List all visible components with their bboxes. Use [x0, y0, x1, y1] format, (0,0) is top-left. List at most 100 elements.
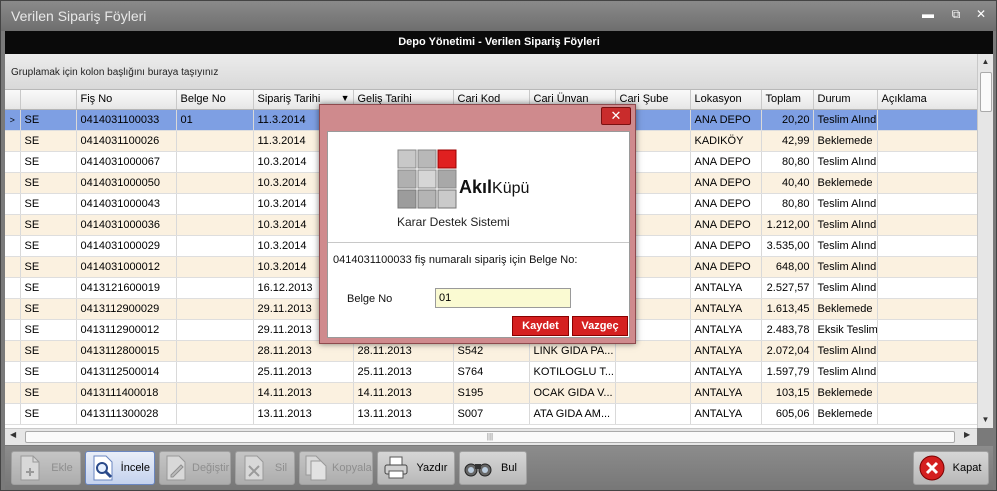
column-header-durum[interactable]: Durum [813, 90, 878, 110]
cell-lokasyon[interactable]: ANA DEPO [690, 214, 762, 236]
cell-type[interactable]: SE [20, 382, 77, 404]
cell-fis-no[interactable]: 0414031000012 [76, 256, 177, 278]
cell-belge-no[interactable] [176, 256, 254, 278]
cell-cari-unvan[interactable]: OCAK GIDA V... [529, 382, 616, 404]
cell-fis-no[interactable]: 0413121600019 [76, 277, 177, 299]
cell-aciklama[interactable] [877, 340, 977, 362]
horizontal-scroll-thumb[interactable]: ||| [25, 431, 955, 443]
delete-button[interactable]: Sil [235, 451, 295, 485]
cell-type[interactable]: SE [20, 319, 77, 341]
cell-fis-no[interactable]: 0414031100033 [76, 109, 177, 131]
cell-lokasyon[interactable]: ANTALYA [690, 298, 762, 320]
cell-lokasyon[interactable]: KADIKÖY [690, 130, 762, 152]
row-indicator[interactable] [5, 130, 21, 152]
row-indicator[interactable] [5, 235, 21, 257]
cell-belge-no[interactable] [176, 151, 254, 173]
column-header-type[interactable] [20, 90, 77, 110]
scroll-down-icon[interactable]: ▼ [978, 412, 993, 428]
cell-type[interactable]: SE [20, 172, 77, 194]
cell-cari-sube[interactable] [615, 382, 691, 404]
cell-toplam[interactable]: 40,40 [761, 172, 814, 194]
cell-type[interactable]: SE [20, 214, 77, 236]
cell-durum[interactable]: Teslim Alındı [813, 151, 878, 173]
cell-lokasyon[interactable]: ANTALYA [690, 382, 762, 404]
row-indicator[interactable] [5, 193, 21, 215]
cell-aciklama[interactable] [877, 214, 977, 236]
cell-aciklama[interactable] [877, 361, 977, 383]
cell-cari-kod[interactable]: S764 [453, 361, 530, 383]
row-indicator[interactable] [5, 403, 21, 425]
cell-belge-no[interactable] [176, 172, 254, 194]
cell-belge-no[interactable] [176, 193, 254, 215]
close-button[interactable]: Kapat [913, 451, 989, 485]
cell-fis-no[interactable]: 0414031000043 [76, 193, 177, 215]
cell-durum[interactable]: Teslim Alındı [813, 214, 878, 236]
cell-type[interactable]: SE [20, 151, 77, 173]
cell-durum[interactable]: Teslim Alındı [813, 340, 878, 362]
cell-belge-no[interactable] [176, 403, 254, 425]
cell-gelis-tarihi[interactable]: 13.11.2013 [353, 403, 454, 425]
column-header-lokasyon[interactable]: Lokasyon [690, 90, 762, 110]
cell-type[interactable]: SE [20, 361, 77, 383]
cell-type[interactable]: SE [20, 277, 77, 299]
cell-lokasyon[interactable]: ANA DEPO [690, 109, 762, 131]
cell-aciklama[interactable] [877, 193, 977, 215]
cell-type[interactable]: SE [20, 256, 77, 278]
column-header-toplam[interactable]: Toplam [761, 90, 814, 110]
cell-aciklama[interactable] [877, 319, 977, 341]
cell-lokasyon[interactable]: ANA DEPO [690, 151, 762, 173]
cell-toplam[interactable]: 2.072,04 [761, 340, 814, 362]
cell-type[interactable]: SE [20, 193, 77, 215]
cell-siparis-tarihi[interactable]: 13.11.2013 [253, 403, 354, 425]
belge-no-input[interactable] [435, 288, 571, 308]
cell-fis-no[interactable]: 0414031100026 [76, 130, 177, 152]
find-button[interactable]: Bul [459, 451, 527, 485]
column-header-aciklama[interactable]: Açıklama [877, 90, 977, 110]
row-indicator[interactable] [5, 298, 21, 320]
cell-belge-no[interactable] [176, 361, 254, 383]
cell-lokasyon[interactable]: ANA DEPO [690, 256, 762, 278]
cell-lokasyon[interactable]: ANTALYA [690, 361, 762, 383]
cell-fis-no[interactable]: 0413112900029 [76, 298, 177, 320]
column-header-fis-no[interactable]: Fiş No [76, 90, 177, 110]
cell-fis-no[interactable]: 0413111400018 [76, 382, 177, 404]
cell-cari-kod[interactable]: S195 [453, 382, 530, 404]
scroll-right-icon[interactable]: ▶ [964, 430, 970, 439]
row-indicator[interactable] [5, 340, 21, 362]
save-button[interactable]: Kaydet [512, 316, 569, 336]
cell-lokasyon[interactable]: ANTALYA [690, 403, 762, 425]
inspect-button[interactable]: İncele [85, 451, 155, 485]
cell-durum[interactable]: Beklemede [813, 298, 878, 320]
cell-durum[interactable]: Beklemede [813, 403, 878, 425]
cell-belge-no[interactable] [176, 214, 254, 236]
cell-fis-no[interactable]: 0414031000029 [76, 235, 177, 257]
cell-toplam[interactable]: 3.535,00 [761, 235, 814, 257]
cell-toplam[interactable]: 103,15 [761, 382, 814, 404]
cell-aciklama[interactable] [877, 277, 977, 299]
cell-fis-no[interactable]: 0413112900012 [76, 319, 177, 341]
cell-toplam[interactable]: 2.483,78 [761, 319, 814, 341]
cell-durum[interactable]: Beklemede [813, 130, 878, 152]
cell-cari-unvan[interactable]: KOTILOGLU T... [529, 361, 616, 383]
restore-icon[interactable]: ⧉ [946, 7, 966, 22]
cell-fis-no[interactable]: 0413112500014 [76, 361, 177, 383]
cell-durum[interactable]: Eksik Teslim [813, 319, 878, 341]
cell-fis-no[interactable]: 0414031000036 [76, 214, 177, 236]
cell-lokasyon[interactable]: ANA DEPO [690, 172, 762, 194]
row-indicator[interactable] [5, 361, 21, 383]
cell-gelis-tarihi[interactable]: 25.11.2013 [353, 361, 454, 383]
cell-aciklama[interactable] [877, 172, 977, 194]
cell-durum[interactable]: Teslim Alındı [813, 361, 878, 383]
row-indicator[interactable] [5, 151, 21, 173]
dialog-close-icon[interactable]: ✕ [601, 107, 631, 125]
cell-toplam[interactable]: 20,20 [761, 109, 814, 131]
cell-gelis-tarihi[interactable]: 14.11.2013 [353, 382, 454, 404]
cell-durum[interactable]: Teslim Alındı [813, 193, 878, 215]
cell-durum[interactable]: Teslim Alındı [813, 256, 878, 278]
cell-toplam[interactable]: 1.212,00 [761, 214, 814, 236]
cell-belge-no[interactable] [176, 298, 254, 320]
cell-cari-sube[interactable] [615, 403, 691, 425]
row-indicator[interactable] [5, 214, 21, 236]
row-indicator[interactable] [5, 256, 21, 278]
cell-toplam[interactable]: 80,80 [761, 151, 814, 173]
